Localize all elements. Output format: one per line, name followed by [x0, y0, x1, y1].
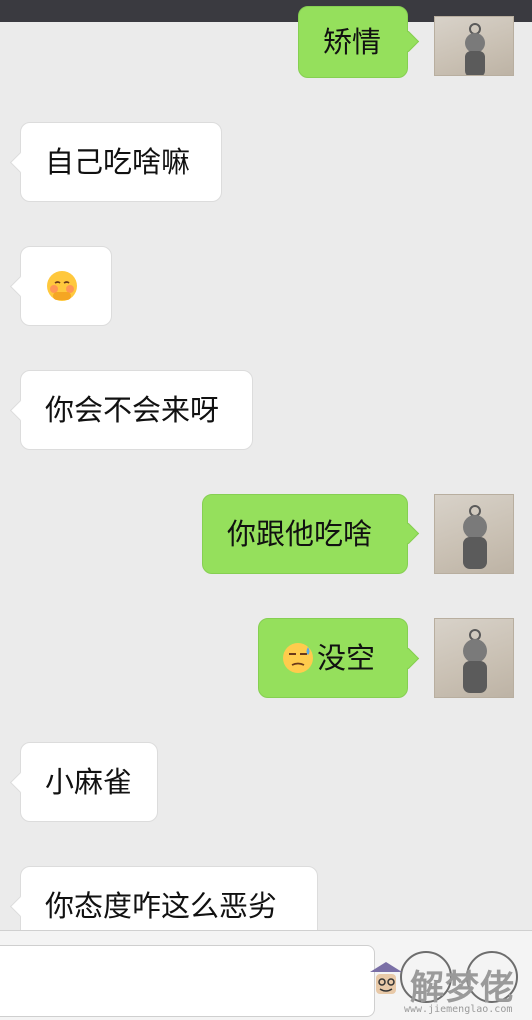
- message-text: 没空: [317, 640, 376, 675]
- avatar-figurine-icon: [463, 629, 487, 693]
- message-bubble-incoming[interactable]: 小麻雀: [20, 742, 158, 822]
- avatar-figurine-icon: [465, 23, 485, 75]
- message-bubble-outgoing[interactable]: 没空: [258, 618, 408, 698]
- watermark-logo-icon: [370, 962, 402, 994]
- avatar[interactable]: [434, 618, 514, 698]
- avatar[interactable]: [434, 16, 514, 76]
- watermark-brand: 解梦佬: [410, 968, 515, 1008]
- message-text: 矫情: [323, 24, 382, 59]
- flushed-face-emoji: [47, 271, 77, 301]
- message-text: 小麻雀: [45, 764, 133, 799]
- message-bubble-incoming[interactable]: 自己吃啥嘛: [20, 122, 222, 202]
- message-text: 你跟他吃啥: [227, 516, 373, 551]
- message-text: 自己吃啥嘛: [45, 144, 191, 179]
- message-input[interactable]: [0, 945, 375, 1017]
- sweat-face-emoji: [283, 643, 313, 673]
- watermark-url: www.jiemenglao.com: [404, 1004, 513, 1015]
- message-bubble-incoming[interactable]: [20, 246, 112, 326]
- message-bubble-incoming[interactable]: 你会不会来呀: [20, 370, 253, 450]
- message-text: 你会不会来呀: [45, 392, 220, 427]
- message-text: 你态度咋这么恶劣: [45, 888, 278, 923]
- message-bubble-outgoing[interactable]: 矫情: [298, 6, 408, 78]
- message-bubble-outgoing[interactable]: 你跟他吃啥: [202, 494, 408, 574]
- avatar-figurine-icon: [463, 505, 487, 569]
- avatar[interactable]: [434, 494, 514, 574]
